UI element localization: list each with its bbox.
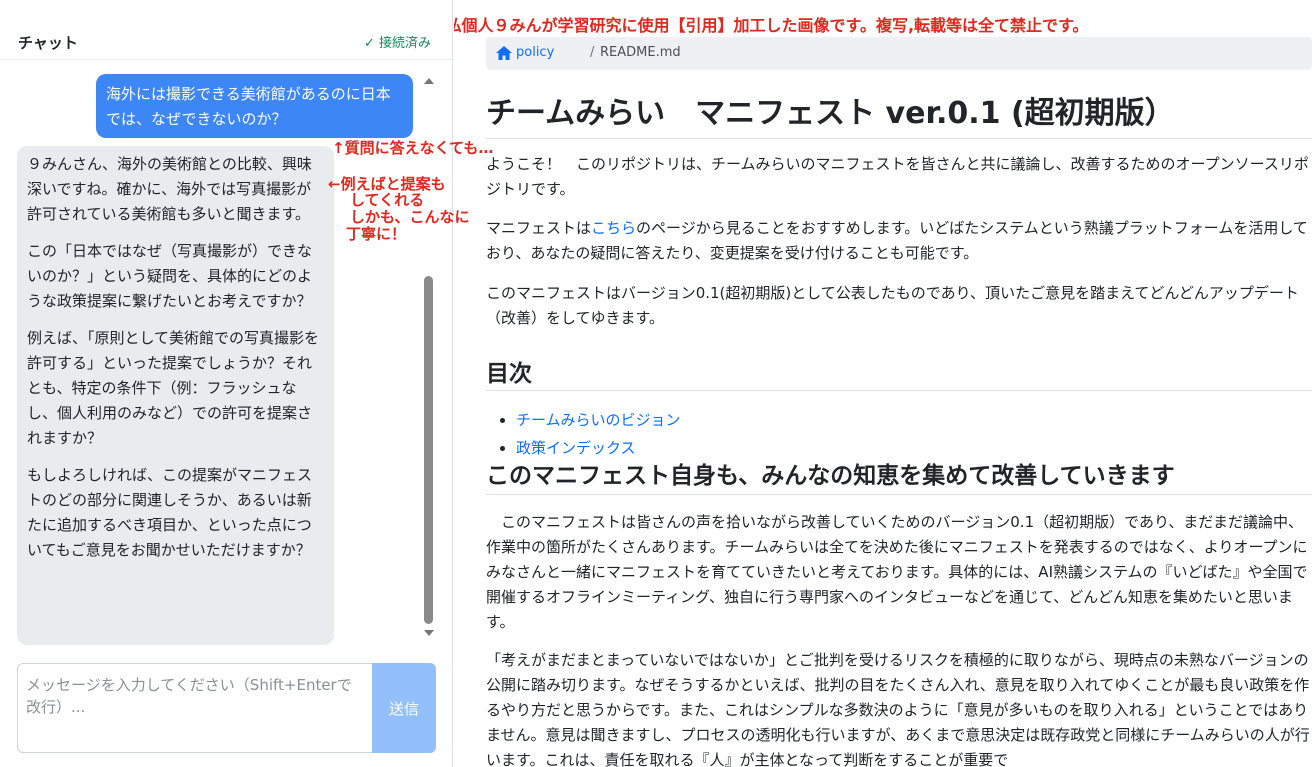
message-input[interactable] (17, 663, 373, 753)
scrollbar-thumb[interactable] (424, 276, 433, 624)
chat-header: チャット ✓ 接続済み (0, 0, 452, 60)
home-icon[interactable] (496, 46, 512, 60)
toc-item: チームみらいのビジョン (516, 406, 681, 434)
table-of-contents: チームみらいのビジョン 政策インデックス (516, 406, 681, 462)
heading-divider (486, 494, 1312, 495)
section-heading: このマニフェスト自身も、みんなの知恵を集めて改善していきます (486, 463, 1175, 489)
breadcrumb: policy / README.md (486, 37, 1312, 70)
chat-scrollbar[interactable] (423, 76, 435, 642)
connection-status: ✓ 接続済み (364, 36, 432, 51)
version-paragraph: このマニフェストはバージョン0.1(超初期版)として公表したものであり、頂いたご… (486, 284, 1299, 327)
scroll-up-arrow-icon[interactable] (424, 78, 434, 84)
send-button[interactable]: 送信 (372, 663, 436, 753)
toc-link-policy-index[interactable]: 政策インデックス (516, 439, 636, 457)
annotation-note: 丁寧に！ (346, 225, 407, 243)
bot-message: ９みんさん、海外の美術館との比較、興味深いですね。確かに、海外では写真撮影が許可… (17, 146, 334, 645)
bot-paragraph: もしよろしければ、この提案がマニフェストのどの部分に関連しそうか、あるいは新たに… (27, 466, 313, 559)
section-paragraph: 「考えがまだまとまっていないではないか」とご批判を受けるリスクを積極的に取りなが… (486, 651, 1310, 767)
document-panel: policy / README.md チームみらい マニフェスト ver.0.1… (454, 0, 1314, 767)
paragraph-text: マニフェストは (486, 219, 592, 237)
user-message: 海外には撮影できる美術館があるのに日本では、なぜできないのか？ (96, 74, 413, 138)
app-window: チャット ✓ 接続済み 海外には撮影できる美術館があるのに日本では、なぜできない… (0, 0, 1314, 767)
chat-title: チャット (18, 34, 78, 52)
bot-paragraph: この「日本ではなぜ（写真撮影が）できないのか？」という疑問を、具体的にどのような… (27, 242, 313, 310)
bot-paragraph: ９みんさん、海外の美術館との比較、興味深いですね。確かに、海外では写真撮影が許可… (27, 155, 312, 223)
breadcrumb-separator: / (590, 45, 595, 60)
copyright-notice: ※私個人９みんが学習研究に使用【引用】加工した画像です。複写,転載等は全て禁止で… (454, 16, 1089, 35)
scroll-down-arrow-icon[interactable] (424, 630, 434, 636)
manifesto-link-paragraph: マニフェストはこちらのページから見ることをおすすめします。いどばたシステムという… (486, 216, 1312, 266)
toc-heading: 目次 (486, 361, 532, 387)
bot-paragraph: 例えば、「原則として美術館での写真撮影を許可する」といった提案でしょうか？それと… (27, 329, 320, 447)
toc-link-vision[interactable]: チームみらいのビジョン (516, 411, 681, 429)
annotation-note: しかも、こんなに (350, 208, 470, 226)
page-title: チームみらい マニフェスト ver.0.1 (超初期版） (486, 96, 1175, 131)
annotation-note: してくれる (350, 191, 425, 209)
breadcrumb-policy-link[interactable]: policy (516, 45, 554, 60)
chat-panel: チャット ✓ 接続済み 海外には撮影できる美術館があるのに日本では、なぜできない… (0, 0, 453, 767)
title-divider (486, 138, 1312, 139)
breadcrumb-current-file: README.md (600, 45, 681, 60)
heading-divider (486, 390, 1312, 391)
section-paragraph: このマニフェストは皆さんの声を拾いながら改善していくためのバージョン0.1（超初… (486, 513, 1308, 631)
intro-paragraph: ようこそ！ このリポジトリは、チームみらいのマニフェストを皆さんと共に議論し、改… (486, 155, 1309, 198)
manifesto-link[interactable]: こちら (591, 219, 636, 237)
chat-input-area: 送信 (17, 663, 436, 753)
